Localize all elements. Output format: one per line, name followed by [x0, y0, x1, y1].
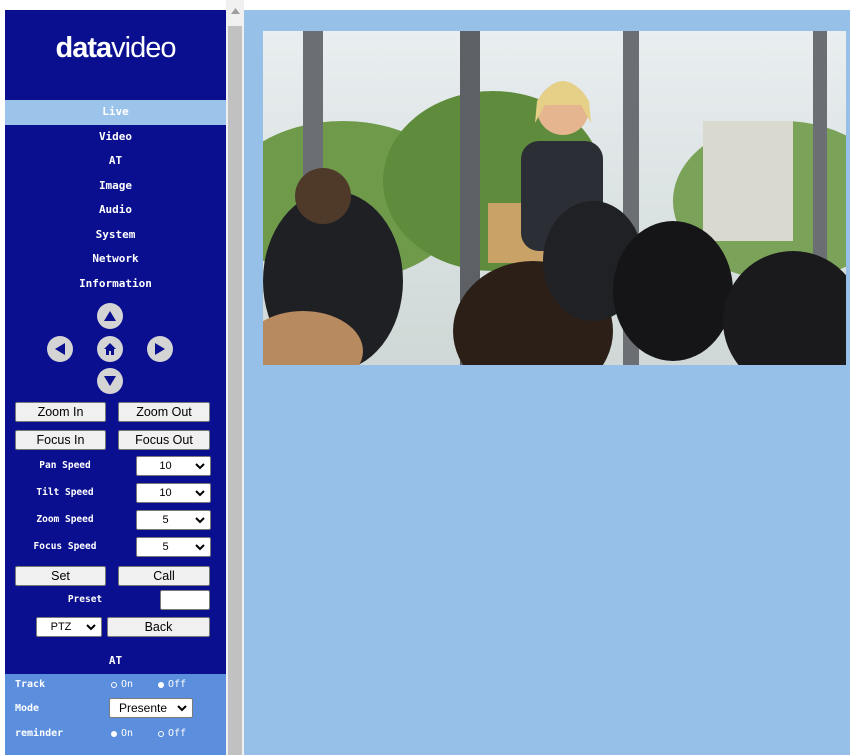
at-panel: Track On Off Mode Presente reminder On O… — [5, 674, 226, 755]
sidebar: datavideo Live Video AT Image Audio Syst… — [5, 10, 226, 755]
back-button[interactable]: Back — [107, 617, 210, 637]
menu-item-live[interactable]: Live — [5, 100, 226, 125]
live-video-feed[interactable] — [263, 31, 846, 365]
menu-item-at[interactable]: AT — [5, 149, 226, 174]
reminder-off-label: Off — [168, 728, 187, 739]
at-section-title: AT — [5, 648, 226, 674]
tilt-speed-value: 10 — [159, 487, 172, 499]
menu-item-image[interactable]: Image — [5, 174, 226, 199]
focus-speed-value: 5 — [162, 541, 169, 553]
zoom-speed-label: Zoom Speed — [36, 514, 94, 525]
logo-text-bold: data — [55, 32, 113, 64]
preset-call-button[interactable]: Call — [118, 566, 210, 586]
chevron-down-icon — [195, 490, 205, 497]
camera-feed-image — [263, 31, 846, 365]
preset-label: Preset — [67, 594, 103, 605]
menu-item-network[interactable]: Network — [5, 247, 226, 272]
radio-unchecked-icon — [111, 681, 117, 688]
pan-speed-label: Pan Speed — [39, 460, 91, 471]
arrow-down-icon — [104, 376, 116, 386]
chevron-down-icon — [177, 705, 187, 712]
track-off-radio[interactable]: Off — [158, 679, 186, 690]
tilt-speed-select[interactable]: 10 — [136, 483, 211, 503]
pan-speed-value: 10 — [159, 460, 172, 472]
track-on-label: On — [121, 679, 134, 690]
radio-checked-icon — [111, 730, 117, 737]
arrow-right-icon — [155, 343, 165, 355]
main-menu: Live Video AT Image Audio System Network… — [5, 100, 226, 296]
pan-down-button[interactable] — [97, 368, 123, 394]
menu-item-system[interactable]: System — [5, 223, 226, 248]
preset-set-button[interactable]: Set — [15, 566, 106, 586]
at-mode-select[interactable]: Presente — [109, 698, 193, 718]
home-button[interactable] — [97, 336, 123, 362]
logo-text-thin: video — [111, 32, 176, 64]
reminder-on-radio[interactable]: On — [111, 728, 133, 739]
zoom-out-button[interactable]: Zoom Out — [118, 402, 210, 422]
control-mode-select[interactable]: PTZ — [36, 617, 102, 637]
scroll-up-arrow-icon — [230, 8, 240, 14]
control-mode-value: PTZ — [50, 621, 72, 633]
chevron-down-icon — [195, 517, 205, 524]
focus-out-button[interactable]: Focus Out — [118, 430, 210, 450]
reminder-on-label: On — [121, 728, 134, 739]
tilt-speed-label: Tilt Speed — [36, 487, 94, 498]
preset-number-input[interactable] — [160, 590, 210, 610]
chevron-down-icon — [86, 624, 96, 631]
pan-speed-select[interactable]: 10 — [136, 456, 211, 476]
chevron-down-icon — [195, 544, 205, 551]
at-mode-value: Presente — [118, 701, 168, 715]
track-off-label: Off — [168, 679, 187, 690]
radio-unchecked-icon — [158, 730, 164, 737]
zoom-speed-value: 5 — [162, 514, 169, 526]
pan-right-button[interactable] — [147, 336, 173, 362]
radio-checked-icon — [158, 681, 164, 688]
arrow-up-icon — [104, 311, 116, 321]
scrollbar-thumb[interactable] — [228, 26, 242, 755]
menu-item-video[interactable]: Video — [5, 125, 226, 150]
focus-speed-select[interactable]: 5 — [136, 537, 211, 557]
datavideo-logo: datavideo — [5, 32, 226, 65]
sidebar-scrollbar[interactable] — [226, 0, 244, 755]
focus-in-button[interactable]: Focus In — [15, 430, 106, 450]
live-view-area — [244, 10, 850, 755]
menu-item-information[interactable]: Information — [5, 272, 226, 297]
scroll-up-button[interactable] — [226, 0, 244, 22]
home-icon — [104, 343, 116, 355]
pan-up-button[interactable] — [97, 303, 123, 329]
mode-label: Mode — [15, 703, 40, 714]
pan-left-button[interactable] — [47, 336, 73, 362]
menu-item-audio[interactable]: Audio — [5, 198, 226, 223]
reminder-off-radio[interactable]: Off — [158, 728, 186, 739]
zoom-speed-select[interactable]: 5 — [136, 510, 211, 530]
track-label: Track — [15, 679, 46, 690]
focus-speed-label: Focus Speed — [33, 541, 97, 552]
chevron-down-icon — [195, 463, 205, 470]
reminder-label: reminder — [15, 728, 64, 739]
track-on-radio[interactable]: On — [111, 679, 133, 690]
arrow-left-icon — [55, 343, 65, 355]
zoom-in-button[interactable]: Zoom In — [15, 402, 106, 422]
